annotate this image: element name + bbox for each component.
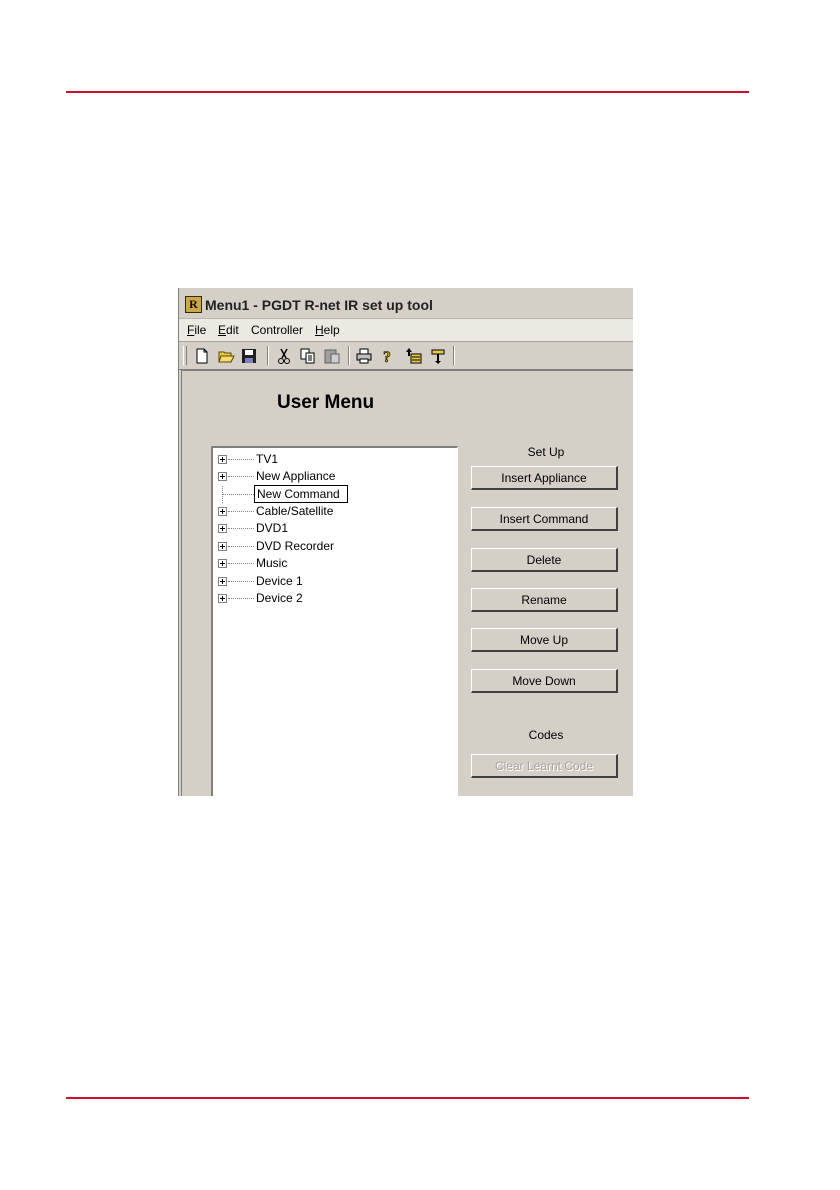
save-icon[interactable]	[240, 347, 258, 365]
move-up-icon[interactable]	[405, 347, 423, 365]
app-icon: R	[185, 296, 202, 313]
tree-item-new-appliance[interactable]: New Appliance	[213, 468, 453, 485]
rename-button[interactable]: Rename	[471, 588, 618, 612]
cut-icon[interactable]	[275, 347, 293, 365]
tree-item-label[interactable]: Music	[256, 556, 287, 570]
delete-button[interactable]: Delete	[471, 548, 618, 572]
toolbar-separator	[348, 346, 350, 365]
codes-label: Codes	[528, 728, 564, 742]
menu-controller[interactable]: Controller	[251, 323, 303, 337]
expand-icon[interactable]	[218, 472, 227, 481]
tree-item-label[interactable]: Device 1	[256, 574, 303, 588]
tree-connector	[222, 494, 254, 495]
tree-item-device-2[interactable]: Device 2	[213, 590, 453, 607]
menu-edit[interactable]: Edit	[218, 323, 239, 337]
tree-item-dvd1[interactable]: DVD1	[213, 520, 453, 537]
print-icon[interactable]	[355, 347, 373, 365]
expand-icon[interactable]	[218, 577, 227, 586]
tree-item-dvd-recorder[interactable]: DVD Recorder	[213, 538, 453, 555]
tree-connector	[228, 546, 254, 547]
title-bar: R Menu1 - PGDT R-net IR set up tool	[179, 288, 633, 319]
tree-connector	[228, 459, 254, 460]
svg-text:?: ?	[383, 349, 391, 365]
tree-item-device-1[interactable]: Device 1	[213, 573, 453, 590]
move-down-icon[interactable]	[429, 347, 447, 365]
expand-icon[interactable]	[218, 559, 227, 568]
tree-connector	[228, 528, 254, 529]
tree-connector	[228, 581, 254, 582]
tree-item-label[interactable]: New Appliance	[256, 469, 335, 483]
page-title: User Menu	[277, 392, 375, 413]
toolbar: ?	[179, 342, 633, 370]
window-title: Menu1 - PGDT R-net IR set up tool	[205, 297, 433, 313]
new-icon[interactable]	[193, 347, 211, 365]
tree-item-label[interactable]: TV1	[256, 452, 278, 466]
insert-appliance-button[interactable]: Insert Appliance	[471, 466, 618, 490]
toolbar-separator	[267, 346, 269, 365]
expand-icon[interactable]	[218, 507, 227, 516]
tree-connector	[228, 598, 254, 599]
insert-command-button[interactable]: Insert Command	[471, 507, 618, 531]
menu-help[interactable]: Help	[315, 323, 340, 337]
tree-item-tv1[interactable]: TV1	[213, 451, 453, 468]
tree-item-label[interactable]: Device 2	[256, 591, 303, 605]
setup-label: Set Up	[527, 445, 565, 459]
tree-item-music[interactable]: Music	[213, 555, 453, 572]
bottom-rule	[66, 1097, 749, 1099]
tree-item-cable-satellite[interactable]: Cable/Satellite	[213, 503, 453, 520]
tree-item-label[interactable]: Cable/Satellite	[256, 504, 333, 518]
move-down-button[interactable]: Move Down	[471, 669, 618, 693]
menu-file[interactable]: File	[187, 323, 206, 337]
paste-icon[interactable]	[323, 347, 341, 365]
help-icon[interactable]: ?	[379, 347, 397, 367]
menu-bar: File Edit Controller Help	[179, 319, 633, 342]
toolbar-grip	[183, 346, 187, 365]
tree-connector	[228, 476, 254, 477]
tree-item-label[interactable]: DVD Recorder	[256, 539, 334, 553]
tree-connector	[228, 563, 254, 564]
toolbar-separator	[453, 346, 455, 365]
top-rule	[66, 91, 749, 93]
app-window: R Menu1 - PGDT R-net IR set up tool File…	[178, 288, 633, 796]
expand-icon[interactable]	[218, 594, 227, 603]
expand-icon[interactable]	[218, 455, 227, 464]
clear-learnt-code-button[interactable]: Clear Learnt Code	[471, 754, 618, 778]
expand-icon[interactable]	[218, 542, 227, 551]
user-menu-tree[interactable]: TV1 New Appliance New Command Cable/Sate…	[211, 446, 458, 796]
rename-edit-field[interactable]: New Command	[254, 485, 348, 503]
copy-icon[interactable]	[299, 347, 317, 365]
tree-connector	[228, 511, 254, 512]
tree-item-new-command[interactable]: New Command	[213, 485, 453, 503]
expand-icon[interactable]	[218, 524, 227, 533]
open-icon[interactable]	[217, 347, 235, 365]
move-up-button[interactable]: Move Up	[471, 628, 618, 652]
tree-item-label[interactable]: DVD1	[256, 521, 288, 535]
